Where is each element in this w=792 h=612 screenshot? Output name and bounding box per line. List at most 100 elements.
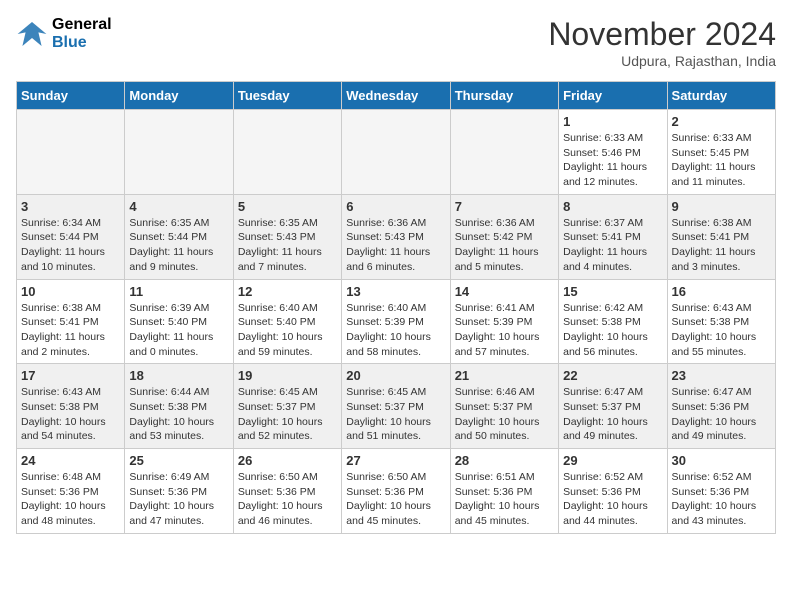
day-number: 14 [455, 284, 554, 299]
location: Udpura, Rajasthan, India [548, 53, 776, 69]
day-info: Sunrise: 6:50 AM Sunset: 5:36 PM Dayligh… [238, 470, 337, 529]
day-number: 8 [563, 199, 662, 214]
calendar-day-cell: 8 Sunrise: 6:37 AM Sunset: 5:41 PM Daylig… [559, 194, 667, 279]
calendar-day-cell [233, 110, 341, 195]
weekday-header: Wednesday [342, 82, 450, 110]
calendar-day-cell: 17Sunrise: 6:43 AM Sunset: 5:38 PM Dayli… [17, 364, 125, 449]
day-info: Sunrise: 6:33 AM Sunset: 5:46 PM Dayligh… [563, 131, 662, 190]
day-number: 17 [21, 368, 120, 383]
day-info: Sunrise: 6:35 AM Sunset: 5:44 PM Dayligh… [129, 216, 228, 275]
day-number: 7 [455, 199, 554, 214]
calendar-day-cell: 26 Sunrise: 6:50 AM Sunset: 5:36 PM Dayli… [233, 449, 341, 534]
day-info: Sunrise: 6:40 AM Sunset: 5:40 PM Dayligh… [238, 301, 337, 360]
calendar-day-cell: 2Sunrise: 6:33 AM Sunset: 5:45 PM Daylig… [667, 110, 775, 195]
calendar-day-cell: 18 Sunrise: 6:44 AM Sunset: 5:38 PM Dayli… [125, 364, 233, 449]
calendar-day-cell: 20Sunrise: 6:45 AM Sunset: 5:37 PM Dayli… [342, 364, 450, 449]
calendar-day-cell: 15 Sunrise: 6:42 AM Sunset: 5:38 PM Dayli… [559, 279, 667, 364]
calendar-day-cell: 25 Sunrise: 6:49 AM Sunset: 5:36 PM Dayli… [125, 449, 233, 534]
day-number: 10 [21, 284, 120, 299]
calendar-day-cell [17, 110, 125, 195]
day-info: Sunrise: 6:51 AM Sunset: 5:36 PM Dayligh… [455, 470, 554, 529]
day-number: 23 [672, 368, 771, 383]
day-number: 24 [21, 453, 120, 468]
day-number: 25 [129, 453, 228, 468]
day-info: Sunrise: 6:33 AM Sunset: 5:45 PM Dayligh… [672, 131, 771, 190]
calendar-body: 1Sunrise: 6:33 AM Sunset: 5:46 PM Daylig… [17, 110, 776, 534]
logo-icon [16, 18, 48, 50]
day-number: 26 [238, 453, 337, 468]
calendar-day-cell: 27Sunrise: 6:50 AM Sunset: 5:36 PM Dayli… [342, 449, 450, 534]
calendar-week-row: 10 Sunrise: 6:38 AM Sunset: 5:41 PM Dayli… [17, 279, 776, 364]
calendar-day-cell [125, 110, 233, 195]
day-info: Sunrise: 6:47 AM Sunset: 5:36 PM Dayligh… [672, 385, 771, 444]
day-number: 11 [129, 284, 228, 299]
day-info: Sunrise: 6:36 AM Sunset: 5:42 PM Dayligh… [455, 216, 554, 275]
weekday-header: Saturday [667, 82, 775, 110]
day-info: Sunrise: 6:52 AM Sunset: 5:36 PM Dayligh… [563, 470, 662, 529]
day-info: Sunrise: 6:36 AM Sunset: 5:43 PM Dayligh… [346, 216, 445, 275]
calendar-day-cell: 29Sunrise: 6:52 AM Sunset: 5:36 PM Dayli… [559, 449, 667, 534]
calendar-header-row: SundayMondayTuesdayWednesdayThursdayFrid… [17, 82, 776, 110]
day-number: 21 [455, 368, 554, 383]
day-number: 6 [346, 199, 445, 214]
calendar-week-row: 24 Sunrise: 6:48 AM Sunset: 5:36 PM Dayli… [17, 449, 776, 534]
day-info: Sunrise: 6:43 AM Sunset: 5:38 PM Dayligh… [672, 301, 771, 360]
calendar-day-cell: 4 Sunrise: 6:35 AM Sunset: 5:44 PM Daylig… [125, 194, 233, 279]
day-number: 13 [346, 284, 445, 299]
day-number: 4 [129, 199, 228, 214]
calendar-day-cell: 12 Sunrise: 6:40 AM Sunset: 5:40 PM Dayli… [233, 279, 341, 364]
day-info: Sunrise: 6:34 AM Sunset: 5:44 PM Dayligh… [21, 216, 120, 275]
day-info: Sunrise: 6:45 AM Sunset: 5:37 PM Dayligh… [238, 385, 337, 444]
day-info: Sunrise: 6:48 AM Sunset: 5:36 PM Dayligh… [21, 470, 120, 529]
day-number: 15 [563, 284, 662, 299]
day-info: Sunrise: 6:38 AM Sunset: 5:41 PM Dayligh… [21, 301, 120, 360]
calendar-day-cell: 5Sunrise: 6:35 AM Sunset: 5:43 PM Daylig… [233, 194, 341, 279]
calendar-week-row: 3 Sunrise: 6:34 AM Sunset: 5:44 PM Daylig… [17, 194, 776, 279]
day-number: 20 [346, 368, 445, 383]
title-block: November 2024 Udpura, Rajasthan, India [548, 16, 776, 69]
day-number: 3 [21, 199, 120, 214]
calendar-day-cell: 14Sunrise: 6:41 AM Sunset: 5:39 PM Dayli… [450, 279, 558, 364]
day-info: Sunrise: 6:38 AM Sunset: 5:41 PM Dayligh… [672, 216, 771, 275]
day-number: 12 [238, 284, 337, 299]
day-info: Sunrise: 6:37 AM Sunset: 5:41 PM Dayligh… [563, 216, 662, 275]
calendar-day-cell: 1Sunrise: 6:33 AM Sunset: 5:46 PM Daylig… [559, 110, 667, 195]
calendar-day-cell: 19Sunrise: 6:45 AM Sunset: 5:37 PM Dayli… [233, 364, 341, 449]
calendar-day-cell: 13 Sunrise: 6:40 AM Sunset: 5:39 PM Dayli… [342, 279, 450, 364]
day-info: Sunrise: 6:49 AM Sunset: 5:36 PM Dayligh… [129, 470, 228, 529]
day-number: 16 [672, 284, 771, 299]
day-info: Sunrise: 6:52 AM Sunset: 5:36 PM Dayligh… [672, 470, 771, 529]
calendar-day-cell [450, 110, 558, 195]
day-number: 30 [672, 453, 771, 468]
day-info: Sunrise: 6:40 AM Sunset: 5:39 PM Dayligh… [346, 301, 445, 360]
day-info: Sunrise: 6:35 AM Sunset: 5:43 PM Dayligh… [238, 216, 337, 275]
logo-text: General Blue [52, 16, 112, 52]
calendar-week-row: 1Sunrise: 6:33 AM Sunset: 5:46 PM Daylig… [17, 110, 776, 195]
calendar-day-cell: 10 Sunrise: 6:38 AM Sunset: 5:41 PM Dayli… [17, 279, 125, 364]
weekday-header: Tuesday [233, 82, 341, 110]
day-number: 9 [672, 199, 771, 214]
calendar-day-cell: 24 Sunrise: 6:48 AM Sunset: 5:36 PM Dayli… [17, 449, 125, 534]
logo: General Blue [16, 16, 112, 52]
calendar-day-cell: 11 Sunrise: 6:39 AM Sunset: 5:40 PM Dayli… [125, 279, 233, 364]
calendar-day-cell: 9 Sunrise: 6:38 AM Sunset: 5:41 PM Daylig… [667, 194, 775, 279]
calendar-day-cell: 6 Sunrise: 6:36 AM Sunset: 5:43 PM Daylig… [342, 194, 450, 279]
calendar-day-cell: 3 Sunrise: 6:34 AM Sunset: 5:44 PM Daylig… [17, 194, 125, 279]
day-info: Sunrise: 6:44 AM Sunset: 5:38 PM Dayligh… [129, 385, 228, 444]
calendar-day-cell: 16 Sunrise: 6:43 AM Sunset: 5:38 PM Dayli… [667, 279, 775, 364]
day-info: Sunrise: 6:39 AM Sunset: 5:40 PM Dayligh… [129, 301, 228, 360]
month-title: November 2024 [548, 16, 776, 53]
weekday-header: Friday [559, 82, 667, 110]
calendar-day-cell: 23 Sunrise: 6:47 AM Sunset: 5:36 PM Dayli… [667, 364, 775, 449]
day-number: 18 [129, 368, 228, 383]
calendar-day-cell: 7 Sunrise: 6:36 AM Sunset: 5:42 PM Daylig… [450, 194, 558, 279]
weekday-header: Monday [125, 82, 233, 110]
day-info: Sunrise: 6:46 AM Sunset: 5:37 PM Dayligh… [455, 385, 554, 444]
page-header: General Blue November 2024 Udpura, Rajas… [16, 16, 776, 69]
day-number: 22 [563, 368, 662, 383]
calendar-day-cell: 28Sunrise: 6:51 AM Sunset: 5:36 PM Dayli… [450, 449, 558, 534]
calendar-day-cell [342, 110, 450, 195]
day-info: Sunrise: 6:50 AM Sunset: 5:36 PM Dayligh… [346, 470, 445, 529]
weekday-header: Sunday [17, 82, 125, 110]
day-info: Sunrise: 6:42 AM Sunset: 5:38 PM Dayligh… [563, 301, 662, 360]
